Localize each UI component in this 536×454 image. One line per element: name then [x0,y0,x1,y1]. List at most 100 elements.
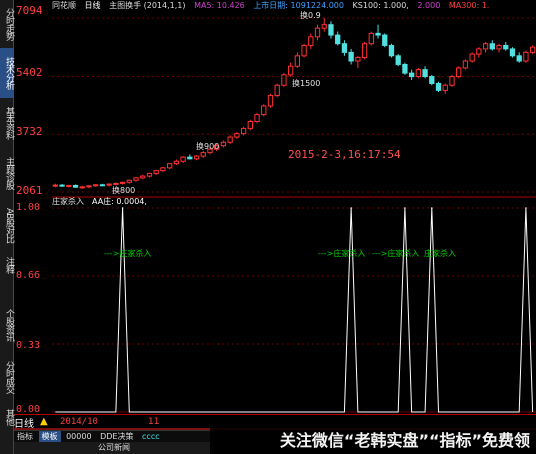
candlestick-chart [52,17,536,198]
indicator-label: 主图换手 (2014,1,1) [109,1,186,10]
candle-body [160,167,166,172]
candle-body [93,184,99,187]
candle-body [166,163,173,169]
tab-notes[interactable]: 注释 [0,250,14,280]
candle-body [173,160,180,165]
candle-body [240,127,247,135]
candle-body [294,55,301,67]
period-label[interactable]: 日线 [85,1,101,10]
candle-body [72,184,79,188]
candle-body [482,43,489,50]
candle-body [119,181,126,184]
candle-body [86,185,92,188]
candle-body [274,84,280,97]
candle-body [133,177,139,181]
candle-body [382,34,388,46]
candle-body [287,65,294,76]
x-axis-bar: 日线 ▲ 2014/10 11 [14,414,536,430]
watermark-text: 关注微信“老韩实盘”“指标”免费领 [210,428,536,454]
signal-label-1: --->庄家杀入 [104,249,152,258]
triangle-up-icon[interactable]: ▲ [40,416,48,427]
tab-ab-compare[interactable]: AB股对比 [0,200,14,250]
candle-body [469,53,475,62]
indicator-peak [121,207,124,209]
turnover-annotation-2: 换900 [196,142,220,151]
ma5-value: MA5: 10.426 [194,1,245,10]
candle-body [408,72,415,78]
candle-body [509,48,516,57]
signal-label-2: --->庄家杀入 [318,249,366,258]
candle-body [52,184,59,187]
candle-body [516,55,522,62]
candle-body [281,74,287,86]
app-name: 同花顺 [52,1,76,10]
candle-body [140,175,146,179]
candle-body [395,55,401,65]
candle-body [503,44,509,50]
candle-body [261,105,267,116]
candle-body [355,57,361,62]
x-date-start: 2014/10 [60,417,98,427]
ks100-value: KS100: 1.000, [352,1,409,10]
candle-body [341,43,348,53]
candle-body [99,184,106,187]
candle-body [496,44,502,50]
timestamp: 2015-2-3,16:17:54 [288,148,401,161]
candle-body [328,24,334,36]
tab-diagnosis[interactable]: 主题诊股 [0,148,14,198]
tab-other[interactable]: 其他 [0,405,14,429]
ind-y-tick-1: 1.00 [16,202,41,213]
candle-body [442,84,448,91]
candle-body [321,24,327,29]
tab-news[interactable]: 个股资讯 [0,300,14,350]
status-bar[interactable]: 公司新闻 [14,442,214,454]
candle-body [422,69,428,78]
candle-body [187,156,193,160]
y-tick-5402: 5402 [16,66,43,79]
candle-body [153,170,159,174]
turnover-annotation-1: 换800 [112,186,136,195]
candle-body [180,156,186,162]
candle-body [66,184,72,187]
tab-intraday[interactable]: 分时走势 [0,0,14,48]
candle-body [415,69,422,78]
candle-body [79,186,85,189]
y-tick-2061: 2061 [16,184,43,197]
candle-body [234,133,240,138]
candle-body [146,172,153,177]
candle-body [456,67,462,78]
candle-body [375,32,381,36]
candle-body [314,27,321,38]
listing-date: 上市日期: 1091224.000 [253,1,344,10]
candle-body [220,141,227,147]
ma300-value: MA300: 1. [448,1,490,10]
candle-body [200,152,206,157]
candle-body [462,60,469,69]
x-date-next: 11 [148,417,160,427]
tab-trades[interactable]: 分时成交 [0,352,14,402]
indicator-peak [350,207,352,209]
candle-body [388,44,395,57]
candle-body [368,32,374,45]
tab-fundamentals[interactable]: 基本资料 [0,98,14,148]
candle-body [254,114,260,123]
candle-body [489,43,495,50]
tab-technical[interactable]: 技术分析 [0,48,14,98]
candle-body [402,63,408,74]
signal-label-3: --->庄家杀入 [372,249,420,258]
indicator-peak [404,207,406,209]
candle-body [429,76,435,84]
candle-body [435,82,442,91]
signal-label-4: 庄家杀入 [424,249,456,258]
candle-body [59,184,65,187]
candle-body [106,183,112,186]
candle-body [449,76,455,86]
candle-body [523,51,529,62]
indicator-line [55,207,534,413]
turnover-annotation-3: 换1500 [292,79,321,88]
candle-body [227,136,233,143]
candle-body [308,36,314,46]
y-tick-3732: 3732 [16,125,43,138]
trading-window: 分时走势 技术分析 基本资料 主题诊股 AB股对比 注释 个股资讯 分时成交 其… [0,0,536,454]
indicator-peak [525,207,527,209]
